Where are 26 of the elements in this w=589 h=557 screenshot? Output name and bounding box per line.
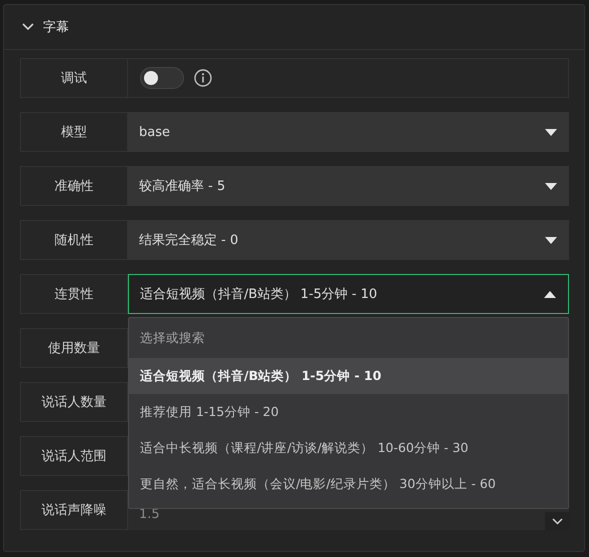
field-label: 使用数量 [20, 328, 128, 368]
chevron-down-icon[interactable] [552, 518, 562, 524]
field-label: 连贯性 [20, 274, 128, 314]
caret-icon [544, 290, 556, 298]
toggle-switch[interactable] [140, 67, 184, 89]
select-field[interactable]: 较高准确率 - 5 [128, 166, 569, 206]
field-label: 说话声降噪 [20, 490, 128, 530]
field-label: 准确性 [20, 166, 128, 206]
field-label: 说话人范围 [20, 436, 128, 476]
info-icon[interactable] [194, 69, 212, 87]
chevron-icon [22, 23, 34, 31]
select-field[interactable]: base [128, 112, 569, 152]
select-field[interactable]: 适合短视频（抖音/B站类） 1-5分钟 - 10 [128, 274, 569, 314]
field-label: 模型 [20, 112, 128, 152]
field-label: 说话人数量 [20, 382, 128, 422]
dropdown-option[interactable]: 适合中长视频（课程/讲座/访谈/解说类） 10-60分钟 - 30 [129, 430, 568, 466]
section-header[interactable]: 字幕 [4, 5, 584, 50]
caret-icon [545, 236, 557, 244]
dropdown-option[interactable]: 推荐使用 1-15分钟 - 20 [129, 394, 568, 430]
caret-icon [545, 128, 557, 136]
select-field[interactable]: 结果完全稳定 - 0 [128, 220, 569, 260]
caret-icon [545, 182, 557, 190]
dropdown-option[interactable]: 适合短视频（抖音/B站类） 1-5分钟 - 10 [129, 358, 568, 394]
field-label: 随机性 [20, 220, 128, 260]
field-label: 调试 [20, 58, 128, 98]
search-field[interactable]: 选择或搜索 [129, 318, 568, 358]
